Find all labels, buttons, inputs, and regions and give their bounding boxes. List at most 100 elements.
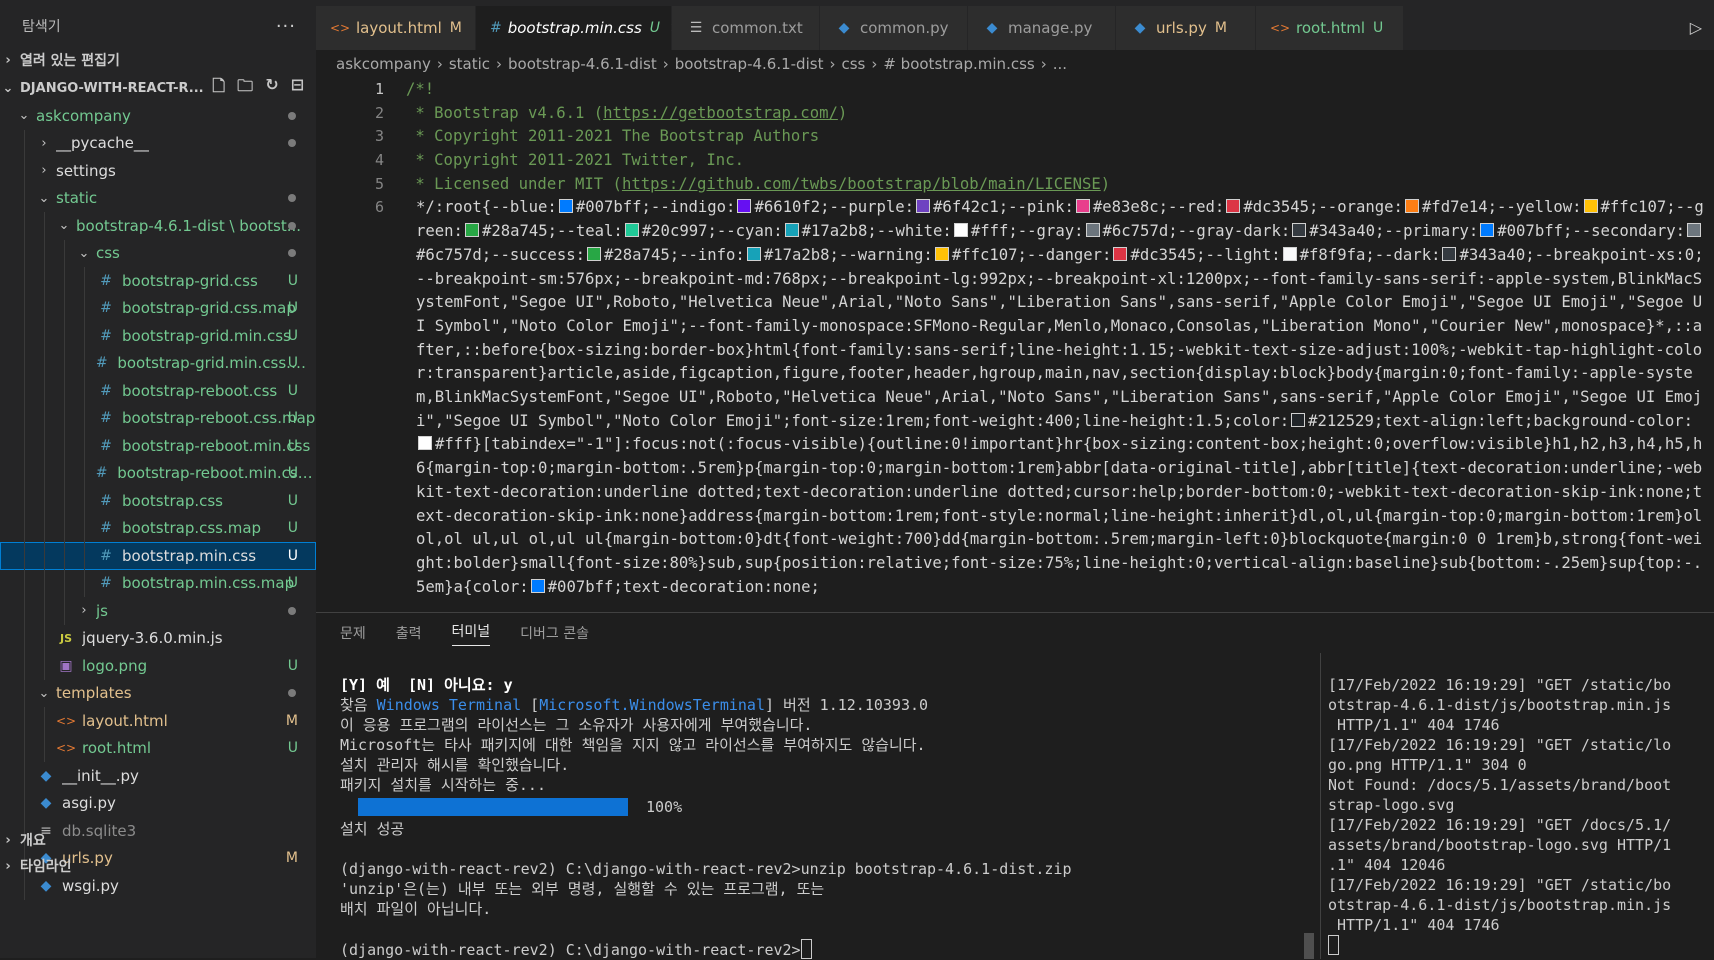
breadcrumb-item[interactable]: askcompany [336, 55, 431, 73]
breadcrumb-item[interactable]: static [449, 55, 490, 73]
project-section[interactable]: ⌄ DJANGO-WITH-REACT-R... 🗋 🗀 ↻ ⊟ [0, 74, 316, 102]
tree-item[interactable]: # bootstrap-grid.min.css U [0, 322, 316, 350]
css-file-icon: # [490, 20, 502, 36]
terminal-main[interactable]: [Y] 예 [N] 아니요: y 찾음 Windows Terminal [Mi… [340, 675, 1340, 959]
refresh-icon[interactable]: ↻ [265, 75, 278, 102]
tree-item[interactable]: # bootstrap.css.map U [0, 514, 316, 542]
tree-item-label: bootstrap-reboot.min.css [122, 436, 311, 455]
editor-tab[interactable]: #bootstrap.min.cssU✕ [476, 6, 683, 50]
color-swatch[interactable] [934, 246, 949, 261]
color-swatch[interactable] [1442, 246, 1457, 261]
outline-section[interactable]: › 개요 [0, 826, 316, 854]
color-swatch[interactable] [916, 199, 931, 214]
tree-item[interactable]: ⌄ templates [0, 679, 316, 707]
tree-item-label: static [56, 189, 98, 208]
tree-item[interactable]: # bootstrap-reboot.min.css.... U [0, 459, 316, 487]
panel-tab[interactable]: 문제 [340, 623, 366, 643]
color-swatch[interactable] [624, 223, 639, 238]
terminal-scrollbar[interactable] [1304, 933, 1314, 959]
panel-tab[interactable]: 디버그 콘솔 [520, 623, 589, 643]
color-swatch[interactable] [1404, 199, 1419, 214]
editor-tab[interactable]: ◆ manage.py [968, 6, 1116, 50]
color-swatch[interactable] [1113, 246, 1128, 261]
tree-item[interactable]: › __pycache__ [0, 129, 316, 157]
editor-tab[interactable]: ☰ common.txt [672, 6, 820, 50]
tree-item[interactable]: › settings [0, 157, 316, 185]
timeline-section[interactable]: › 타임라인 [0, 852, 316, 880]
terminal-server-log[interactable]: [17/Feb/2022 16:19:29] "GET /static/bo ot… [1328, 675, 1688, 955]
indent-guide [84, 404, 85, 432]
breadcrumb-item[interactable]: # bootstrap.min.css [883, 55, 1034, 73]
panel-tab[interactable]: 터미널 [451, 621, 491, 646]
tree-item[interactable]: # bootstrap-grid.css U [0, 267, 316, 295]
panel-tab[interactable]: 출력 [396, 623, 422, 643]
color-swatch[interactable] [1226, 199, 1241, 214]
color-swatch[interactable] [418, 436, 432, 451]
terminal-log-line: [17/Feb/2022 16:19:29] "GET /static/lo [1328, 736, 1672, 754]
color-swatch[interactable] [530, 578, 545, 593]
tree-item[interactable]: # bootstrap-reboot.min.css U [0, 432, 316, 460]
javascript-file-icon: JS [59, 631, 72, 645]
tree-item[interactable]: # bootstrap-grid.css.map U [0, 294, 316, 322]
tree-item[interactable]: ⌄ static [0, 184, 316, 212]
more-actions-icon[interactable]: ··· [276, 16, 296, 37]
tree-item[interactable]: <> root.html U [0, 734, 316, 762]
tree-item-label: js [96, 601, 108, 620]
color-swatch[interactable] [1687, 223, 1702, 238]
comment-link[interactable]: https://getbootstrap.com/ [603, 104, 838, 122]
tree-item[interactable]: # bootstrap.min.css.map U [0, 569, 316, 597]
breadcrumb-item[interactable]: bootstrap-4.6.1-dist [508, 55, 657, 73]
tree-item[interactable]: # bootstrap-reboot.css.map U [0, 404, 316, 432]
tree-item[interactable]: # bootstrap-grid.min.css.map U [0, 349, 316, 377]
color-swatch[interactable] [1291, 412, 1306, 427]
tree-item[interactable]: JS jquery-3.6.0.min.js [0, 624, 316, 652]
breadcrumb-item[interactable]: css [841, 55, 865, 73]
breadcrumb-item[interactable]: bootstrap-4.6.1-dist [675, 55, 824, 73]
tree-item[interactable]: ◆ asgi.py [0, 789, 316, 817]
tree-item[interactable]: ⌄ css [0, 239, 316, 267]
color-swatch[interactable] [746, 246, 761, 261]
color-swatch[interactable] [1282, 246, 1297, 261]
color-swatch[interactable] [1583, 199, 1598, 214]
color-swatch[interactable] [953, 223, 968, 238]
modified-dot-icon [288, 606, 296, 615]
code-editor[interactable]: 123456 /*! * Bootstrap v4.6.1 (https://g… [316, 78, 1714, 612]
tree-item[interactable]: ◆ __init__.py [0, 762, 316, 790]
new-folder-icon[interactable]: 🗀 [237, 75, 253, 102]
terminal-prompt-line[interactable]: (django-with-react-rev2) C:\django-with-… [340, 939, 1340, 959]
tree-item[interactable]: › js [0, 597, 316, 625]
terminal-prompt-line[interactable] [1328, 935, 1688, 955]
breadcrumb-item[interactable]: ... [1053, 55, 1067, 73]
comment-link[interactable]: https://github.com/twbs/bootstrap/blob/m… [622, 175, 1101, 193]
color-swatch[interactable] [464, 223, 479, 238]
color-swatch[interactable] [587, 246, 601, 261]
open-editors-section[interactable]: › 열려 있는 편집기 [0, 46, 316, 74]
color-swatch[interactable] [784, 223, 799, 238]
color-swatch[interactable] [1292, 223, 1307, 238]
color-swatch[interactable] [1075, 199, 1090, 214]
tree-item[interactable]: <> layout.html M [0, 707, 316, 735]
tree-item[interactable]: # bootstrap.min.css U [0, 542, 316, 570]
editor-tab[interactable]: ◆ common.py [820, 6, 968, 50]
editor-tab[interactable]: ◆ urls.py M [1116, 6, 1256, 50]
run-icon[interactable]: ▷ [1690, 18, 1702, 37]
code-content[interactable]: /*! * Bootstrap v4.6.1 (https://getboots… [406, 78, 1714, 599]
terminal-line: 찾음 Windows Terminal [Microsoft.WindowsTe… [340, 695, 1340, 715]
color-swatch[interactable] [1480, 223, 1495, 238]
tree-item[interactable]: # bootstrap-reboot.css U [0, 377, 316, 405]
color-swatch[interactable] [558, 199, 573, 214]
tree-item[interactable]: ▣ logo.png U [0, 652, 316, 680]
line-number: 1 [374, 80, 384, 98]
editor-tab[interactable]: <> layout.html M [316, 6, 476, 50]
color-swatch[interactable] [737, 199, 752, 214]
css-file-icon: # [95, 465, 108, 482]
terminal-split-divider[interactable] [1320, 653, 1321, 959]
tree-item[interactable]: ⌄ askcompany [0, 102, 316, 130]
tree-item[interactable]: ⌄ bootstrap-4.6.1-dist \ bootst... [0, 212, 316, 240]
tree-item[interactable]: # bootstrap.css U [0, 487, 316, 515]
color-swatch[interactable] [1085, 223, 1100, 238]
collapse-all-icon[interactable]: ⊟ [291, 75, 304, 102]
new-file-icon[interactable]: 🗋 [212, 75, 225, 102]
editor-tab[interactable]: <> root.html U [1256, 6, 1404, 50]
code-line-wrapped: */:root{--blue: #007bff;--indigo: #6610f2;… [406, 196, 1714, 599]
